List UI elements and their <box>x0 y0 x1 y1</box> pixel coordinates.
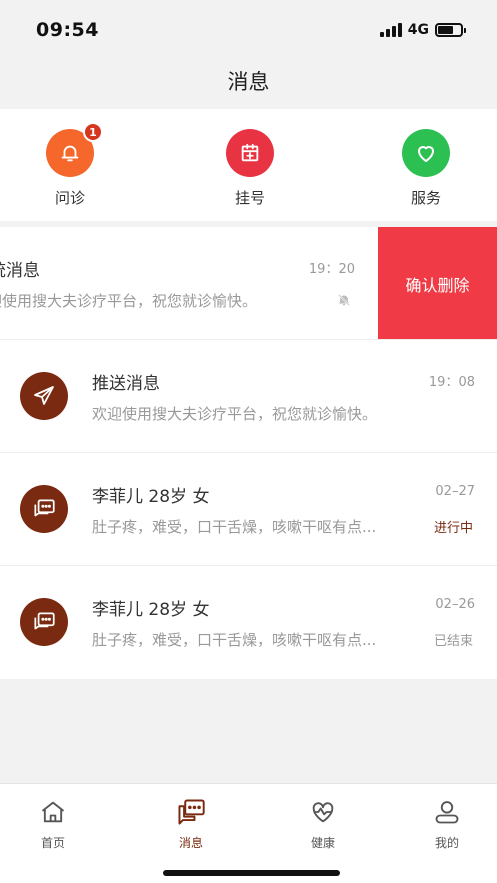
status-bar: 09:54 4G <box>0 0 497 60</box>
tab-profile[interactable]: 我的 <box>412 798 482 851</box>
chat-bubble-icon <box>20 598 68 646</box>
list-item[interactable]: 推送消息 欢迎使用搜大夫诊疗平台，祝您就诊愉快。 19：08 <box>0 340 497 452</box>
list-item[interactable]: 李菲儿 28岁 女 肚子疼，难受，口干舌燥，咳嗽干呕有点... 02–27 进行… <box>0 453 497 565</box>
tab-home[interactable]: 首页 <box>18 798 88 851</box>
status-indicators: 4G <box>379 22 466 38</box>
message-preview: 肚子疼，难受，口干舌燥，咳嗽干呕有点... <box>92 631 377 649</box>
quick-action-consult[interactable]: 1 问诊 <box>25 122 115 208</box>
status-badge: 进行中 <box>433 521 473 536</box>
tab-label: 消息 <box>178 836 203 850</box>
message-title: 推送消息 <box>92 374 160 394</box>
quick-action-label: 服务 <box>410 189 441 207</box>
home-indicator <box>163 870 340 876</box>
bell-icon: 1 <box>46 122 103 177</box>
message-list: 系统消息 欢迎使用搜大夫诊疗平台，祝您就诊愉快。 19：20 确认删除 推送消息… <box>0 227 497 679</box>
message-preview: 肚子疼，难受，口干舌燥，咳嗽干呕有点... <box>92 518 377 536</box>
status-time: 09:54 <box>36 19 99 41</box>
tab-label: 首页 <box>40 836 65 850</box>
message-preview: 欢迎使用搜大夫诊疗平台，祝您就诊愉快。 <box>92 405 378 423</box>
message-date: 02–26 <box>435 597 475 612</box>
message-time: 19：20 <box>308 262 355 277</box>
message-row-system[interactable]: 系统消息 欢迎使用搜大夫诊疗平台，祝您就诊愉快。 19：20 确认删除 <box>0 227 497 340</box>
health-heart-icon <box>312 802 334 823</box>
page-title: 消息 <box>227 70 270 94</box>
paper-plane-icon <box>20 372 68 420</box>
patient-info: 李菲儿 28岁 女 <box>92 600 210 620</box>
network-type: 4G <box>407 22 429 38</box>
message-row-consultation[interactable]: 李菲儿 28岁 女 肚子疼，难受，口干舌燥，咳嗽干呕有点... 02–27 进行… <box>0 453 497 566</box>
tab-label: 我的 <box>434 836 459 850</box>
tab-messages[interactable]: 消息 <box>156 798 226 851</box>
signal-icon <box>379 23 402 37</box>
message-row-push[interactable]: 推送消息 欢迎使用搜大夫诊疗平台，祝您就诊愉快。 19：08 <box>0 340 497 453</box>
quick-action-label: 挂号 <box>234 189 265 207</box>
message-title: 系统消息 <box>0 261 40 281</box>
home-icon <box>41 801 65 823</box>
tab-health[interactable]: 健康 <box>288 798 358 851</box>
status-badge: 已结束 <box>433 634 473 649</box>
battery-icon <box>435 23 466 37</box>
message-preview: 欢迎使用搜大夫诊疗平台，祝您就诊愉快。 <box>0 292 258 310</box>
message-time: 19：08 <box>428 375 475 390</box>
message-row-consultation[interactable]: 李菲儿 28岁 女 肚子疼，难受，口干舌燥，咳嗽干呕有点... 02–26 已结… <box>0 566 497 679</box>
chat-bubble-icon <box>20 485 68 533</box>
quick-action-label: 问诊 <box>54 189 85 207</box>
list-item[interactable]: 李菲儿 28岁 女 肚子疼，难受，口干舌燥，咳嗽干呕有点... 02–26 已结… <box>0 566 497 678</box>
message-date: 02–27 <box>435 484 475 499</box>
tab-bar: 首页 消息 健康 我的 <box>0 783 497 883</box>
tab-label: 健康 <box>310 836 335 850</box>
confirm-delete-button[interactable]: 确认删除 <box>378 227 497 339</box>
unread-badge: 1 <box>83 122 103 142</box>
calendar-plus-icon <box>226 129 274 177</box>
patient-info: 李菲儿 28岁 女 <box>92 487 210 507</box>
heart-icon <box>402 129 450 177</box>
list-item[interactable]: 系统消息 欢迎使用搜大夫诊疗平台，祝您就诊愉快。 19：20 <box>0 227 377 339</box>
user-icon <box>435 801 459 824</box>
quick-actions: 1 问诊 挂号 服务 <box>0 109 497 221</box>
quick-action-service[interactable]: 服务 <box>381 129 471 208</box>
messages-icon <box>178 799 205 825</box>
mute-bell-icon <box>337 292 351 311</box>
quick-action-register[interactable]: 挂号 <box>205 129 295 208</box>
